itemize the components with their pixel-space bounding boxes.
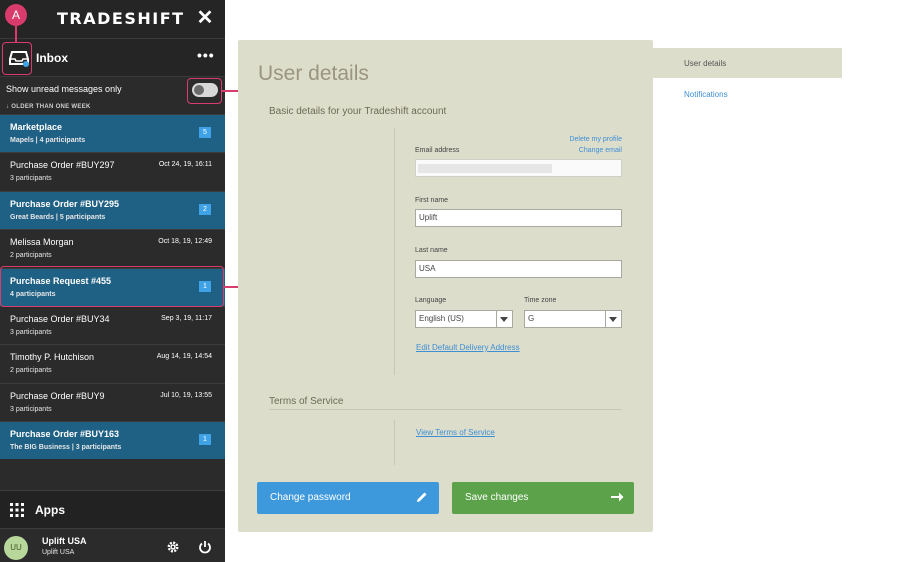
last-name-label: Last name: [415, 247, 448, 254]
conversation-subtitle: 2 participants: [10, 252, 52, 260]
conversation-title: Purchase Order #BUY9: [10, 390, 105, 401]
conversation-date: Jul 10, 19, 13:55: [160, 391, 212, 399]
edit-delivery-address-link[interactable]: Edit Default Delivery Address: [416, 343, 520, 352]
callout-c-box: [187, 78, 222, 104]
more-options-icon[interactable]: •••: [197, 47, 215, 63]
section-divider: [394, 128, 395, 375]
chevron-down-icon: [609, 317, 617, 322]
language-value: English (US): [419, 314, 464, 323]
conversation-title: Purchase Order #BUY34: [10, 314, 110, 324]
nav-user-details-label: User details: [684, 59, 727, 68]
timezone-value: G: [528, 314, 535, 323]
save-changes-button[interactable]: Save changes: [452, 482, 634, 514]
callout-a-box: [2, 42, 32, 75]
group-label-older: ↓ OLDER THAN ONE WEEK: [6, 104, 91, 110]
tos-divider: [269, 409, 622, 410]
inbox-header[interactable]: Inbox •••: [0, 38, 225, 76]
conversation-date: Sep 3, 19, 11:17: [161, 315, 212, 322]
select-separator: [496, 311, 497, 327]
conversation-subtitle: Great Beards | 5 participants: [10, 213, 106, 221]
conversation-title: Purchase Order #BUY297: [10, 160, 115, 171]
unread-count-badge: 2: [199, 203, 211, 215]
apps-button[interactable]: Apps: [0, 490, 225, 528]
conversation-item[interactable]: Purchase Order #BUY297 3 participants Oct …: [0, 152, 225, 190]
avatar[interactable]: UU: [4, 536, 28, 560]
conversation-item[interactable]: Marketplace Mapels | 4 participants 5: [0, 114, 225, 152]
language-select[interactable]: English (US): [415, 310, 513, 328]
apps-label: Apps: [35, 503, 65, 517]
user-row: UU Uplift USA Uplift USA: [0, 528, 225, 562]
conversation-title: Purchase Order #BUY295: [10, 198, 120, 209]
last-name-field[interactable]: USA: [415, 260, 622, 278]
unread-count-badge: 5: [199, 127, 211, 138]
section-subtitle: Basic details for your Tradeshift accoun…: [269, 106, 447, 117]
pencil-icon: [417, 492, 427, 502]
email-label: Email address: [415, 147, 460, 154]
tos-heading: Terms of Service: [269, 396, 344, 407]
unread-toggle-label: Show unread messages only: [6, 84, 122, 94]
conversation-title: Timothy P. Hutchison: [10, 352, 95, 363]
email-redacted-bar: [418, 164, 552, 173]
nav-user-details[interactable]: User details: [653, 48, 842, 78]
timezone-label: Time zone: [524, 297, 557, 304]
save-changes-label: Save changes: [465, 492, 529, 503]
inbox-label: Inbox: [36, 51, 68, 65]
conversation-item[interactable]: Purchase Order #BUY295 Great Beards | 5 p…: [0, 190, 225, 229]
apps-grid-icon: [10, 503, 24, 517]
callout-b-line: [224, 286, 239, 288]
nav-notifications[interactable]: Notifications: [653, 79, 842, 109]
timezone-select[interactable]: G: [524, 310, 622, 328]
change-password-label: Change password: [270, 492, 351, 503]
email-field[interactable]: [415, 159, 622, 177]
select-separator: [605, 311, 606, 327]
app-root: TRADESHIFT ✕ Inbox ••• Show unread messa…: [0, 0, 900, 562]
first-name-field[interactable]: Uplift: [415, 209, 622, 227]
delete-profile-link[interactable]: Delete my profile: [540, 136, 622, 143]
sidebar-topbar: TRADESHIFT ✕: [0, 0, 225, 38]
conversation-subtitle: 3 participants: [10, 175, 52, 183]
user-org: Uplift USA: [42, 549, 75, 556]
conversation-date: Oct 24, 19, 16:11: [158, 161, 212, 169]
arrow-right-icon: [611, 492, 624, 502]
page-title: User details: [258, 62, 369, 85]
first-name-label: First name: [415, 197, 449, 204]
chevron-down-icon: [500, 317, 508, 322]
conversation-item[interactable]: Purchase Order #BUY9 3 participants Jul 10…: [0, 382, 225, 421]
conversation-item[interactable]: Purchase Order #BUY163 The BIG Business |…: [0, 421, 225, 460]
conversation-title: Purchase Order #BUY163: [10, 429, 120, 440]
unread-count-badge: 1: [199, 434, 211, 446]
conversation-subtitle: 3 participants: [10, 329, 52, 336]
change-email-link[interactable]: Change email: [540, 147, 622, 154]
close-icon[interactable]: ✕: [195, 7, 215, 29]
conversation-item[interactable]: Melissa Morgan 2 participants Oct 18, 19, …: [0, 229, 225, 267]
power-icon[interactable]: [198, 540, 212, 554]
conversation-date: Oct 18, 19, 12:49: [158, 238, 212, 246]
conversation-title: Melissa Morgan: [10, 237, 74, 248]
tradeshift-logo: TRADESHIFT: [57, 9, 185, 28]
conversation-subtitle: 3 participants: [10, 405, 52, 413]
callout-c-line: [222, 90, 239, 92]
callout-a: A: [5, 4, 27, 26]
gear-icon[interactable]: [166, 540, 180, 554]
conversation-subtitle: Mapels | 4 participants: [10, 137, 86, 144]
callout-b-box: [0, 266, 224, 307]
callout-a-line: [15, 26, 17, 42]
view-terms-link[interactable]: View Terms of Service: [416, 428, 495, 437]
conversation-item[interactable]: Purchase Order #BUY34 3 participants Sep 3…: [0, 306, 225, 344]
tos-section-divider: [394, 420, 395, 465]
conversation-date: Aug 14, 19, 14:54: [156, 353, 212, 361]
conversation-subtitle: 2 participants: [10, 367, 52, 375]
language-label: Language: [415, 297, 447, 304]
conversation-title: Marketplace: [10, 122, 63, 132]
user-name: Uplift USA: [42, 536, 87, 546]
nav-notifications-label: Notifications: [684, 90, 728, 99]
change-password-button[interactable]: Change password: [257, 482, 439, 514]
conversation-item[interactable]: Timothy P. Hutchison 2 participants Aug 14…: [0, 344, 225, 382]
conversation-subtitle: The BIG Business | 3 participants: [10, 444, 122, 452]
